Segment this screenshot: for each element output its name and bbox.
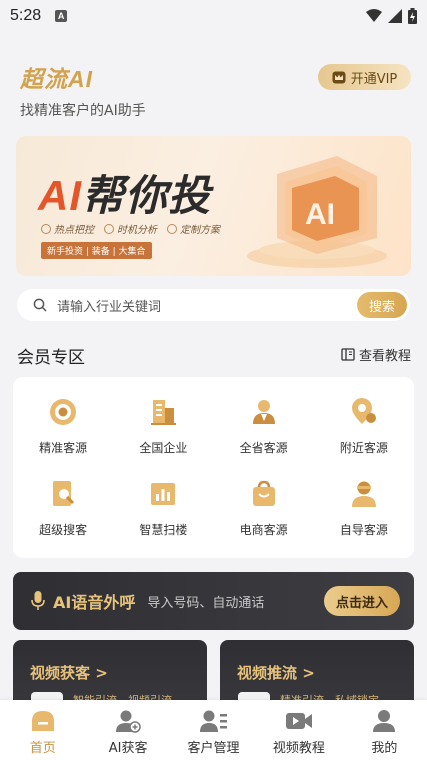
grid-label: 全省客源 — [239, 441, 288, 455]
ai-voice-call-banner[interactable]: AI语音外呼 导入号码、自动通话 点击进入 — [13, 572, 414, 630]
wifi-icon — [366, 9, 382, 22]
banner-tag: 新手投资 | 装备 | 大集合 — [41, 242, 152, 259]
search-button[interactable]: 搜索 — [357, 292, 407, 318]
status-time: 5:28 — [10, 7, 42, 24]
notification-icon: A — [55, 10, 68, 22]
ai-call-subtitle: 导入号码、自动通话 — [147, 595, 265, 611]
member-grid: 精准客源 全国企业 全省客源 附近客源 超级搜客 智慧扫楼 电商客源 自导客源 — [13, 377, 414, 559]
search-doc-icon — [53, 481, 75, 506]
member-card: 精准客源 全国企业 全省客源 附近客源 超级搜客 智慧扫楼 电商客源 自导客源 — [13, 377, 414, 558]
banner-feature: 定制方案 — [167, 221, 220, 236]
banner-feature: 时机分析 — [104, 221, 157, 236]
tab-home[interactable]: 首页 — [0, 700, 85, 760]
contacts-icon — [199, 710, 227, 732]
signal-icon — [388, 9, 402, 23]
grid-item-precise-leads[interactable]: 精准客源 — [13, 395, 113, 477]
grid-label: 精准客源 — [39, 441, 88, 455]
grid-item-self-guided-leads[interactable]: 自导客源 — [314, 477, 414, 559]
search-input[interactable]: 请输入行业关键词 — [57, 296, 161, 315]
grid-item-smart-scan[interactable]: 智慧扫楼 — [113, 477, 213, 559]
tab-label: 我的 — [371, 741, 398, 756]
banner-features: 热点把控 时机分析 定制方案 — [41, 221, 220, 236]
banner-title-ai: AI — [38, 172, 82, 219]
tab-label: 客户管理 — [187, 741, 240, 756]
ai-call-title: AI语音外呼 — [53, 593, 136, 612]
grid-item-ecommerce-leads[interactable]: 电商客源 — [214, 477, 314, 559]
tutorial-label: 查看教程 — [358, 349, 411, 364]
tab-profile[interactable]: 我的 — [342, 700, 427, 760]
grid-label: 电商客源 — [239, 523, 288, 537]
member-section-title: 会员专区 — [17, 348, 85, 368]
location-icon — [351, 398, 376, 424]
grid-item-nearby-leads[interactable]: 附近客源 — [314, 395, 414, 477]
video-card-title: 视频获客 > — [30, 664, 108, 682]
tagline: 找精准客户的AI助手 — [20, 103, 146, 119]
banner-feature: 热点把控 — [41, 221, 94, 236]
microphone-icon — [31, 591, 45, 610]
banner-title-rest: 帮你投 — [82, 172, 212, 219]
shopping-bag-icon — [252, 480, 275, 506]
grid-item-province-leads[interactable]: 全省客源 — [214, 395, 314, 477]
battery-icon — [408, 8, 417, 24]
tab-video-tutorials[interactable]: 视频教程 — [256, 700, 341, 760]
status-indicators — [366, 8, 417, 24]
ai-cube-illustration: AI — [247, 156, 387, 268]
brand-logo: 超流AI — [20, 66, 93, 92]
tab-label: 首页 — [29, 741, 56, 756]
grid-label: 自导客源 — [339, 523, 388, 537]
building-icon — [151, 400, 177, 425]
grid-label: 智慧扫楼 — [139, 523, 188, 537]
enter-call-button[interactable]: 点击进入 — [324, 586, 400, 616]
book-icon — [341, 348, 355, 361]
search-bar[interactable]: 请输入行业关键词 搜索 — [17, 289, 410, 321]
tab-label: 视频教程 — [272, 741, 325, 756]
crown-icon — [332, 71, 346, 83]
tab-customer-management[interactable]: 客户管理 — [171, 700, 256, 760]
vip-button[interactable]: 开通VIP — [318, 64, 411, 90]
people-icon — [252, 400, 275, 424]
grid-label: 全国企业 — [139, 441, 188, 455]
search-icon — [33, 298, 47, 312]
app-header: 超流AI 找精准客户的AI助手 — [20, 60, 146, 120]
status-bar: 5:28 A — [0, 0, 427, 32]
video-card-title: 视频推流 > — [237, 664, 315, 682]
home-icon — [31, 711, 54, 731]
chart-icon — [151, 483, 176, 505]
tab-label: AI获客 — [108, 741, 148, 756]
tab-ai-acquisition[interactable]: AI获客 — [85, 700, 170, 760]
grid-item-national-companies[interactable]: 全国企业 — [113, 395, 213, 477]
target-icon — [50, 399, 77, 425]
promo-banner[interactable]: AI帮你投 热点把控 时机分析 定制方案 新手投资 | 装备 | 大集合 AI — [16, 136, 411, 276]
banner-title: AI帮你投 — [38, 162, 211, 223]
add-user-icon — [116, 710, 141, 733]
banner-art-text: AI — [305, 198, 335, 231]
bottom-tab-bar: 首页 AI获客 客户管理 视频教程 我的 — [0, 700, 427, 760]
profile-icon — [373, 710, 396, 732]
grid-label: 超级搜客 — [39, 523, 88, 537]
grid-item-super-search[interactable]: 超级搜客 — [13, 477, 113, 559]
view-tutorial-link[interactable]: 查看教程 — [341, 345, 411, 364]
vip-label: 开通VIP — [350, 71, 398, 87]
grid-label: 附近客源 — [339, 441, 388, 455]
person-icon — [351, 481, 376, 507]
video-icon — [285, 713, 312, 729]
